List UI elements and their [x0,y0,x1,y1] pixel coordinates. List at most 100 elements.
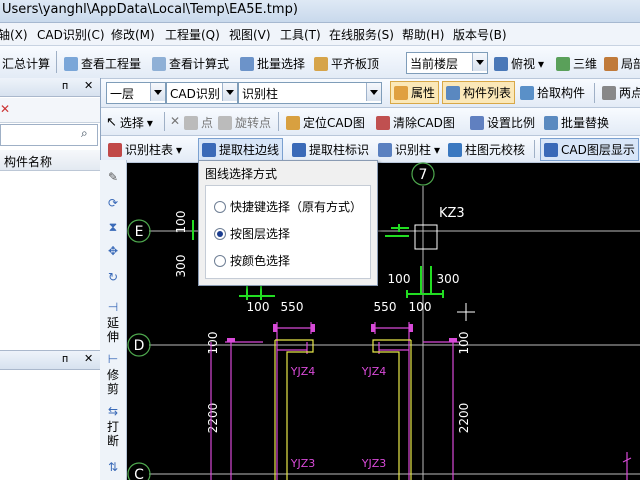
two-point-button[interactable]: 两点 [602,84,640,101]
extend-button[interactable]: 延伸 [106,316,120,344]
detail-check-button[interactable]: 柱图元校核 [448,141,525,158]
crosshair-cursor [457,303,475,321]
local-button[interactable]: 局部 [604,55,640,72]
recog-column-combo[interactable]: 识别柱 [238,82,382,104]
break-button[interactable]: 打断 [106,420,120,448]
table-header: 构件名称 [0,150,100,171]
flat-roof-button[interactable]: 平齐板顶 [314,55,379,72]
component-name-header: 构件名称 [4,155,53,169]
dim-text: 2200 [457,403,471,434]
search-icon[interactable]: ⌕ [81,126,88,141]
chevron-down-icon[interactable] [472,53,487,71]
pick-component-button[interactable]: 拾取构件 [520,84,585,101]
batch-select-button[interactable]: 批量选择 [240,55,305,72]
summary-button[interactable]: 汇总计算 [2,55,50,72]
divider [594,83,595,103]
extract-label-button[interactable]: 提取柱标识 [292,141,369,158]
menu-quantity[interactable]: 工程量(Q) [165,26,220,43]
set-scale-button[interactable]: 设置比例 [470,114,535,131]
current-floor-combo[interactable]: 当前楼层 [406,52,488,74]
close-icon[interactable]: ✕ [84,79,93,92]
panel-toolbar: ✕ [0,98,100,123]
toolbar-column: 识别柱表 ▾ 提取柱边线 提取柱标识 识别柱 ▾ 柱图元校核 CAD图层显示 [100,136,640,163]
pin-icon[interactable]: ᴨ [62,352,68,365]
column-kz3[interactable] [414,224,438,250]
menu-help[interactable]: 帮助(H) [402,26,444,43]
axis-label-7: 7 [419,167,428,183]
extract-edge-icon [202,142,216,157]
chevron-down-icon[interactable] [150,83,165,101]
move-icon[interactable]: ✥ [100,244,126,258]
trim-button[interactable]: 修剪 [106,368,120,396]
3d-button[interactable]: 三维 [556,55,597,72]
property-icon [394,85,408,100]
extract-edge-button[interactable]: 提取柱边线 [198,138,284,161]
option-shortcut[interactable]: 快捷键选择（原有方式） [214,198,362,215]
point-button[interactable]: 点 [184,114,213,131]
floor-combo[interactable]: 一层 [106,82,166,104]
component-list-button[interactable]: 构件列表 [442,81,516,104]
batch-replace-button[interactable]: 批量替换 [544,114,609,131]
view-quantity-button[interactable]: 查看工程量 [64,55,141,72]
view-formula-button[interactable]: 查看计算式 [152,55,229,72]
pick-icon [520,85,534,100]
dim-text: 550 [374,300,397,314]
menu-cad-recog[interactable]: CAD识别(C) [37,26,105,43]
property-button[interactable]: 属性 [390,81,440,104]
yjz-label: YJZ3 [361,457,387,470]
select-button[interactable]: ↖ 选择 ▾ [106,114,153,131]
recog-column-table-button[interactable]: 识别柱表 ▾ [108,141,182,158]
menu-view[interactable]: 视图(V) [229,26,271,43]
dim-text: 550 [281,300,304,314]
local-icon [604,56,618,71]
menu-online[interactable]: 在线服务(S) [329,26,394,43]
radio-by-layer[interactable] [214,227,226,240]
search-input[interactable]: ⌕ [0,124,98,146]
offset-icon[interactable]: ⟳ [100,196,126,210]
yjz-label: YJZ4 [361,365,387,378]
more-icon[interactable]: ⇅ [100,460,126,474]
scale-icon [470,115,484,130]
pin-icon[interactable]: ᴨ [62,79,68,92]
vertical-toolbar: ✎ ⟳ ⧗ ✥ ↻ ⊣ 延伸 ⊢ 修剪 ⇆ 打断 ⇅ [100,160,127,480]
selection-method-popup: 图线选择方式 快捷键选择（原有方式） 按图层选择 按颜色选择 [198,160,378,286]
cube-icon [556,56,570,71]
rotate-icon [218,115,232,130]
cad-layer-button[interactable]: CAD图层显示 [540,138,639,161]
recog-column-button[interactable]: 识别柱 ▾ [378,141,440,158]
chevron-down-icon[interactable] [222,83,237,101]
menu-tools[interactable]: 工具(T) [280,26,321,43]
divider [56,51,57,73]
menu-axis[interactable]: 轴(X) [0,26,28,43]
menu-modify[interactable]: 修改(M) [111,26,155,43]
close-icon[interactable]: ✕ [84,352,93,365]
point-icon [184,115,198,130]
dim-text: 300 [437,272,460,286]
layer-icon [544,142,558,157]
rotate-icon[interactable]: ↻ [100,270,126,284]
dim-text: 100 [247,300,270,314]
cad-recog-combo[interactable]: CAD识别 [166,82,238,104]
rotate-point-button[interactable]: 旋转点 [218,114,271,131]
top-view-button[interactable]: 俯视 ▾ [494,55,544,72]
chevron-down-icon[interactable] [366,83,381,101]
yjz-label: YJZ3 [290,457,316,470]
toolbar-main: 汇总计算 查看工程量 查看计算式 批量选择 平齐板顶 当前楼层 俯视 ▾ 三维 局… [0,46,640,79]
panel-header-2: ᴨ ✕ [0,350,100,370]
option-by-color[interactable]: 按颜色选择 [214,252,290,269]
list-icon [446,85,460,100]
menu-version[interactable]: 版本号(B) [453,26,507,43]
delete-icon[interactable]: ✕ [170,114,180,128]
axis-label-e: E [135,224,144,240]
option-by-layer[interactable]: 按图层选择 [214,225,290,242]
axis-label-d: D [134,338,145,354]
radio-shortcut[interactable] [214,200,226,213]
clear-cad-button[interactable]: 清除CAD图 [376,114,455,131]
pen-icon[interactable]: ✎ [100,170,126,184]
radio-by-color[interactable] [214,254,226,267]
component-label-kz3: KZ3 [439,206,465,221]
mirror-icon[interactable]: ⧗ [100,220,126,234]
delete-icon[interactable]: ✕ [0,102,10,116]
divider [534,140,535,158]
locate-cad-button[interactable]: 定位CAD图 [286,114,365,131]
